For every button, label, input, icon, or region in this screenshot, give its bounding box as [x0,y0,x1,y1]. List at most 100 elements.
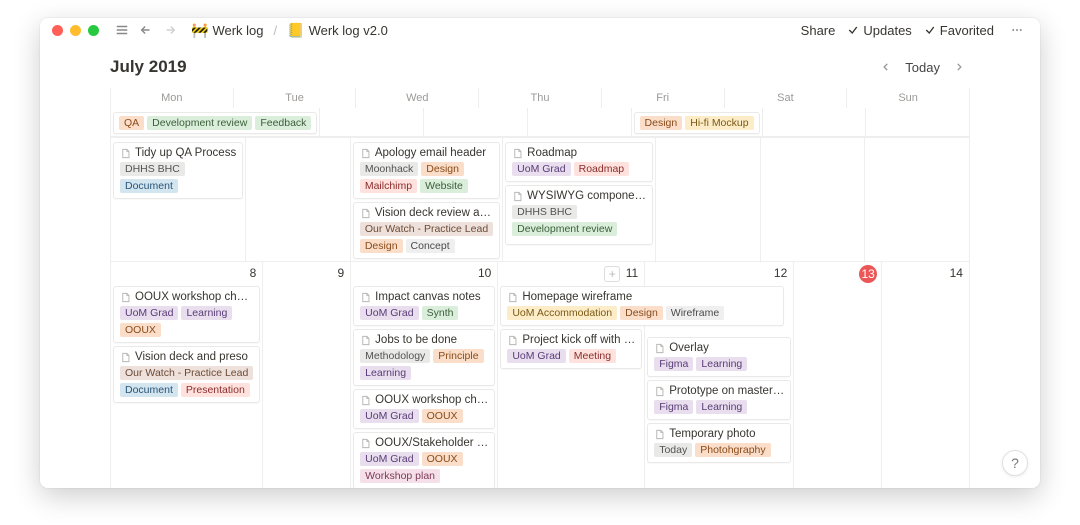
event-card[interactable]: WYSIWYG compone…DHHS BHCDevelopment revi… [505,185,653,245]
calendar-cell[interactable] [866,108,970,137]
event-card[interactable]: Prototype on master…FigmaLearning [647,380,791,420]
calendar-cell[interactable] [246,137,351,262]
calendar-cell[interactable]: 10Impact canvas notesUoM GradSynthJobs t… [351,262,498,488]
tag: Photohgraphy [695,443,770,457]
tag-list: UoM GradOOUXWorkshop plan [360,452,488,483]
tag-list: UoM AccommodationDesignWireframe [507,306,777,320]
event-card[interactable]: Homepage wireframeUoM AccommodationDesig… [500,286,784,326]
forward-button[interactable] [159,18,181,42]
weekday-header: MonTueWedThuFriSatSun [110,88,970,108]
prev-button[interactable] [875,56,897,78]
calendar-cell[interactable]: 14 [882,262,970,488]
event-card[interactable]: OOUX workshop ch…UoM GradOOUX [353,389,495,429]
event-title: WYSIWYG compone… [512,190,646,202]
tag: Design [421,162,464,176]
calendar-cell[interactable] [320,108,424,137]
event-card[interactable]: Apology email headerMoonhackDesignMailch… [353,142,500,199]
event-title: OOUX workshop ch… [120,291,253,303]
event-card[interactable]: Tidy up QA ProcessDHHS BHCDocument [113,142,243,199]
tag: Design [360,239,403,253]
tag: UoM Grad [512,162,570,176]
tag-list: UoM GradLearningOOUX [120,306,253,337]
calendar-cell[interactable] [656,137,761,262]
calendar-cell[interactable] [865,137,970,262]
tag: QA [119,116,144,130]
event-card[interactable]: OOUX/Stakeholder … UoM GradOOUXWorkshop p… [353,432,495,488]
event-title: Jobs to be done [360,334,488,346]
calendar-cell[interactable]: DesignHi-fi Mockup [632,108,763,137]
tag-list: FigmaLearning [654,357,784,371]
tag-list: DHHS BHCDocument [120,162,236,193]
tag-list: QADevelopment reviewFeedback [119,116,311,130]
maximize-window-button[interactable] [88,25,99,36]
event-title: OOUX/Stakeholder … [360,437,488,449]
event-title: Vision deck review a… [360,207,493,219]
event-card[interactable]: OOUX workshop ch… UoM GradLearningOOUX [113,286,260,343]
tag: Development review [147,116,252,130]
event-card[interactable]: OverlayFigmaLearning [647,337,791,377]
calendar-cell[interactable]: 11+Homepage wireframeUoM AccommodationDe… [498,262,645,488]
hamburger-icon[interactable] [111,18,133,42]
more-menu-button[interactable] [1006,18,1028,42]
event-title: Prototype on master… [654,385,784,397]
calendar-cell[interactable] [763,108,867,137]
calendar-header: July 2019 Today [40,42,1040,88]
tag: Learning [360,366,411,380]
add-event-button[interactable]: + [604,266,620,282]
event-card[interactable]: Impact canvas notes UoM GradSynth [353,286,495,326]
event-card[interactable]: Project kick off with …UoM GradMeeting [500,329,642,369]
event-card[interactable]: Roadmap UoM Grad Roadmap [505,142,653,182]
tag: Roadmap [574,162,630,176]
favorited-button[interactable]: Favorited [924,23,994,38]
tag: Moonhack [360,162,418,176]
calendar-cell[interactable] [528,108,632,137]
event-card[interactable]: DesignHi-fi Mockup [634,112,760,134]
tag-list: UoM GradSynth [360,306,488,320]
calendar-cell[interactable] [761,137,866,262]
today-button[interactable]: Today [899,58,946,77]
calendar-cell[interactable]: QADevelopment reviewFeedback [111,108,320,137]
breadcrumb-item-1[interactable]: 📒 Werk log v2.0 [283,21,392,40]
tag: Synth [422,306,459,320]
event-card[interactable]: Temporary photo TodayPhotohgraphy [647,423,791,463]
tag: Our Watch - Practice Lead [360,222,493,236]
tag: Feedback [255,116,311,130]
next-button[interactable] [948,56,970,78]
help-button[interactable]: ? [1002,450,1028,476]
weekday-label: Mon [111,88,234,108]
event-card[interactable]: Vision deck review a… Our Watch - Practic… [353,202,500,259]
share-button[interactable]: Share [801,23,836,38]
weekday-label: Sun [847,88,970,108]
back-button[interactable] [135,18,157,42]
tag: Website [420,179,468,193]
breadcrumb-item-0[interactable]: 🚧 Werk log [187,21,268,40]
event-card[interactable]: Vision deck and presoOur Watch - Practic… [113,346,260,403]
event-title: Temporary photo [654,428,784,440]
weekday-label: Sat [725,88,848,108]
calendar-cell[interactable]: Apology email headerMoonhackDesignMailch… [351,137,503,262]
event-title: Impact canvas notes [360,291,488,303]
event-title: Roadmap [512,147,646,159]
calendar-cell[interactable]: 13 [794,262,882,488]
calendar-cell[interactable]: Roadmap UoM Grad Roadmap WYSIWYG compone…DH… [503,137,656,262]
event-card[interactable]: Jobs to be doneMethodologyPrincipleLearn… [353,329,495,386]
updates-label: Updates [863,23,911,38]
tag-list: UoM GradOOUX [360,409,488,423]
tag: UoM Accommodation [507,306,617,320]
calendar-cell[interactable]: 8OOUX workshop ch…UoM GradLearningOOUXVi… [111,262,263,488]
events-container: DesignHi-fi Mockup [634,112,760,134]
minimize-window-button[interactable] [70,25,81,36]
close-window-button[interactable] [52,25,63,36]
updates-button[interactable]: Updates [847,23,911,38]
calendar-cell[interactable] [424,108,528,137]
tag: Today [654,443,692,457]
check-icon [924,24,936,36]
event-card[interactable]: QADevelopment reviewFeedback [113,112,317,134]
calendar-cell[interactable]: Tidy up QA ProcessDHHS BHCDocument [111,137,246,262]
day-number: 14 [950,266,963,280]
calendar-cell[interactable]: 9 [263,262,351,488]
tag: UoM Grad [120,306,178,320]
tag: Concept [406,239,455,253]
events-container: QADevelopment reviewFeedback [113,112,317,134]
tag: Our Watch - Practice Lead [120,366,253,380]
